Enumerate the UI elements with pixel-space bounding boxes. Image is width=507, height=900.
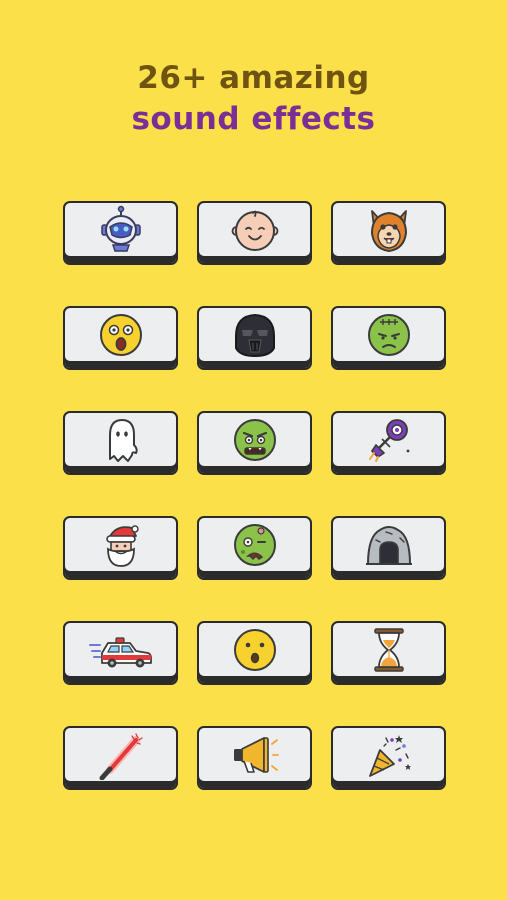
chipmunk-sound-button[interactable] [331,201,446,265]
megaphone-icon [233,737,279,773]
dark-helmet-icon [234,313,275,358]
scared-face-icon [99,314,142,356]
party-popper-icon [368,735,411,777]
spaceship-icon [368,419,409,462]
frankenstein-sound-button[interactable] [331,306,446,370]
ghost-sound-button[interactable] [63,411,178,475]
robot-sound-button[interactable] [63,201,178,265]
zombie-icon [233,524,276,566]
santa-icon [105,525,139,567]
lightsaber-sound-button[interactable] [63,726,178,790]
zombie-sound-button[interactable] [197,516,312,580]
headline: 26+ amazing sound effects [0,58,507,140]
megaphone-sound-button[interactable] [197,726,312,790]
dark-helmet-sound-button[interactable] [197,306,312,370]
robot-icon [100,205,141,252]
lightsaber-icon [99,733,143,780]
baby-sound-button[interactable] [197,201,312,265]
hourglass-icon [373,628,404,672]
cave-icon [365,526,412,565]
surprised-face-icon [233,629,276,671]
hourglass-sound-button[interactable] [331,621,446,685]
chipmunk-icon [370,210,407,253]
ogre-face-icon [233,419,276,461]
ogre-sound-button[interactable] [197,411,312,475]
ghost-icon [108,419,138,462]
scared-sound-button[interactable] [63,306,178,370]
frankenstein-icon [367,314,410,356]
police-car-icon [88,637,152,668]
headline-line-1: 26+ amazing [137,60,370,96]
santa-sound-button[interactable] [63,516,178,580]
party-popper-sound-button[interactable] [331,726,446,790]
cave-sound-button[interactable] [331,516,446,580]
surprised-sound-button[interactable] [197,621,312,685]
spaceship-sound-button[interactable] [331,411,446,475]
baby-face-icon [231,210,278,251]
headline-line-2: sound effects [131,101,376,137]
sound-effects-grid [63,201,446,790]
police-car-sound-button[interactable] [63,621,178,685]
